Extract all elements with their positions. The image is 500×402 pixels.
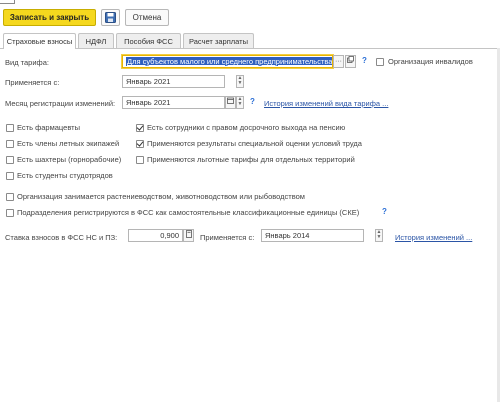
tariff-history-link[interactable]: История изменений вида тарифа ...: [264, 99, 388, 108]
agriculture-label: Организация занимается растениеводством,…: [17, 192, 305, 201]
applies-from-stepper[interactable]: ▲ ▼: [236, 75, 244, 88]
save-and-close-button[interactable]: Записать и закрыть: [3, 9, 96, 26]
save-button[interactable]: [101, 9, 120, 26]
territory-tariffs-label: Применяются льготные тарифы для отдельны…: [147, 155, 355, 164]
early-pension-checkbox[interactable]: [136, 124, 144, 132]
flight-crew-label: Есть члены летных экипажей: [17, 139, 120, 148]
calendar-icon: [227, 97, 234, 104]
student-teams-checkbox[interactable]: [6, 172, 14, 180]
open-form-icon: [347, 56, 354, 63]
tab-insurance-contributions[interactable]: Страховые взносы: [3, 33, 76, 49]
tab-ndfl[interactable]: НДФЛ: [78, 33, 114, 48]
calculator-icon: [185, 230, 192, 238]
tariff-open-button[interactable]: [345, 55, 356, 68]
tab-salary-calculation[interactable]: Расчет зарплаты: [183, 33, 254, 48]
down-arrow-icon: ▼: [237, 101, 243, 107]
applies-from-field[interactable]: Январь 2021: [122, 75, 225, 88]
window-edge: [0, 0, 15, 4]
help-icon[interactable]: ?: [382, 207, 387, 216]
disabled-org-checkbox[interactable]: [376, 58, 384, 66]
rate-applies-field[interactable]: Январь 2014: [261, 229, 364, 242]
down-arrow-icon: ▼: [237, 80, 243, 86]
rate-applies-label: Применяется с:: [200, 233, 255, 242]
agriculture-checkbox[interactable]: [6, 193, 14, 201]
change-month-label: Месяц регистрации изменений:: [5, 99, 116, 108]
tariff-dropdown-button[interactable]: ···: [333, 55, 344, 68]
rate-label: Ставка взносов в ФСС НС и ПЗ:: [5, 233, 118, 242]
fss-units-label: Подразделения регистрируются в ФСС как с…: [17, 208, 360, 217]
down-arrow-icon: ▼: [376, 234, 382, 240]
rate-field[interactable]: 0,900: [128, 229, 183, 242]
change-month-stepper[interactable]: ▲ ▼: [236, 96, 244, 109]
tariff-field[interactable]: Для субъектов малого или среднего предпр…: [122, 55, 333, 68]
special-assessment-checkbox[interactable]: [136, 140, 144, 148]
disabled-org-label: Организация инвалидов: [388, 57, 473, 66]
miners-label: Есть шахтеры (горнорабочие): [17, 155, 122, 164]
miners-checkbox[interactable]: [6, 156, 14, 164]
tariff-label: Вид тарифа:: [5, 58, 49, 67]
rate-history-link[interactable]: История изменений ...: [395, 233, 472, 242]
floppy-disk-icon: [105, 12, 116, 23]
change-month-field[interactable]: Январь 2021: [122, 96, 225, 109]
tab-fss-benefits[interactable]: Пособия ФСС: [116, 33, 181, 48]
tariff-value: Для субъектов малого или среднего предпр…: [126, 57, 333, 66]
flight-crew-checkbox[interactable]: [6, 140, 14, 148]
student-teams-label: Есть студенты студотрядов: [17, 171, 113, 180]
fss-units-checkbox[interactable]: [6, 209, 14, 217]
pharmacists-label: Есть фармацевты: [17, 123, 80, 132]
rate-applies-stepper[interactable]: ▲ ▼: [375, 229, 383, 242]
cancel-button[interactable]: Отмена: [125, 9, 169, 26]
territory-tariffs-checkbox[interactable]: [136, 156, 144, 164]
special-assessment-label: Применяются результаты специальной оценк…: [147, 139, 362, 148]
help-icon[interactable]: ?: [250, 97, 255, 106]
calendar-button[interactable]: [225, 96, 236, 109]
rate-calculator-button[interactable]: [183, 229, 194, 242]
pharmacists-checkbox[interactable]: [6, 124, 14, 132]
applies-from-label: Применяется с:: [5, 78, 60, 87]
help-icon[interactable]: ?: [362, 56, 367, 65]
early-pension-label: Есть сотрудники с правом досрочного выхо…: [147, 123, 346, 132]
dots-icon: ···: [335, 58, 342, 65]
